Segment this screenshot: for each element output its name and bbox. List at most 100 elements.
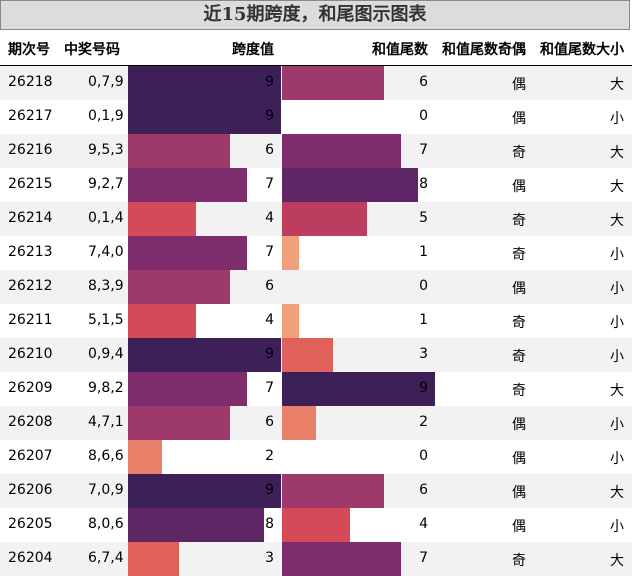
parity-cell: 奇: [512, 247, 526, 263]
size-cell: 大: [610, 383, 624, 399]
tail-bar: [282, 168, 418, 202]
size-cell: 大: [610, 179, 624, 195]
span-value: 6: [265, 278, 274, 294]
numbers-cell: 9,8,2: [88, 380, 124, 396]
tail-value: 2: [419, 414, 428, 430]
tail-bar: [282, 542, 401, 576]
tail-value: 0: [419, 278, 428, 294]
table-row: 26210 0,9,4 9 3 奇 小: [0, 338, 632, 372]
numbers-cell: 6,7,4: [88, 550, 124, 566]
size-cell: 大: [610, 145, 624, 161]
numbers-cell: 7,4,0: [88, 244, 124, 260]
table-row: 26214 0,1,4 4 5 奇 大: [0, 202, 632, 236]
numbers-cell: 0,7,9: [88, 74, 124, 90]
tail-value: 3: [419, 346, 428, 362]
tail-value: 6: [419, 74, 428, 90]
span-bar: [128, 508, 264, 542]
tail-value: 9: [419, 380, 428, 396]
parity-cell: 奇: [512, 553, 526, 569]
numbers-cell: 0,1,4: [88, 210, 124, 226]
table-row: 26208 4,7,1 6 2 偶 小: [0, 406, 632, 440]
size-cell: 大: [610, 553, 624, 569]
tail-bar: [282, 66, 384, 100]
header-issue: 期次号: [8, 42, 50, 58]
numbers-cell: 8,0,6: [88, 516, 124, 532]
tail-bar: [282, 236, 299, 270]
table-row: 26213 7,4,0 7 1 奇 小: [0, 236, 632, 270]
table-row: 26209 9,8,2 7 9 奇 大: [0, 372, 632, 406]
header-numbers: 中奖号码: [64, 42, 120, 58]
table-row: 26218 0,7,9 9 6 偶 大: [0, 66, 632, 100]
span-value: 9: [265, 346, 274, 362]
issue-cell: 26211: [8, 312, 53, 328]
issue-cell: 26218: [8, 74, 53, 90]
table-row: 26217 0,1,9 9 0 偶 小: [0, 100, 632, 134]
tail-value: 1: [419, 244, 428, 260]
tail-value: 1: [419, 312, 428, 328]
parity-cell: 偶: [512, 179, 526, 195]
issue-cell: 26216: [8, 142, 53, 158]
size-cell: 小: [610, 281, 624, 297]
span-value: 4: [265, 312, 274, 328]
issue-cell: 26213: [8, 244, 53, 260]
parity-cell: 偶: [512, 485, 526, 501]
span-value: 8: [265, 516, 274, 532]
parity-cell: 偶: [512, 417, 526, 433]
parity-cell: 偶: [512, 111, 526, 127]
parity-cell: 奇: [512, 349, 526, 365]
size-cell: 小: [610, 519, 624, 535]
tail-value: 0: [419, 108, 428, 124]
size-cell: 小: [610, 247, 624, 263]
chart-title: 近15期跨度，和尾图示图表: [0, 0, 630, 30]
span-value: 2: [265, 448, 274, 464]
header-parity: 和值尾数奇偶: [442, 42, 526, 58]
parity-cell: 奇: [512, 145, 526, 161]
issue-cell: 26215: [8, 176, 53, 192]
parity-cell: 偶: [512, 519, 526, 535]
span-value: 9: [265, 482, 274, 498]
span-bar: [128, 406, 230, 440]
table-header: 期次号 中奖号码 跨度值 和值尾数 和值尾数奇偶 和值尾数大小: [0, 30, 632, 66]
tail-bar: [282, 202, 367, 236]
chart-frame: 近15期跨度，和尾图示图表 期次号 中奖号码 跨度值 和值尾数 和值尾数奇偶 和…: [0, 0, 632, 576]
size-cell: 小: [610, 111, 624, 127]
table-body: 26218 0,7,9 9 6 偶大 26217 0,1,9 9 0 偶小 26216 9,5,3 6 7…: [0, 66, 632, 576]
size-cell: 大: [610, 485, 624, 501]
table-row: 26206 7,0,9 9 6 偶 大: [0, 474, 632, 508]
tail-bar: [282, 338, 333, 372]
span-bar: [128, 236, 247, 270]
issue-cell: 26210: [8, 346, 53, 362]
size-cell: 小: [610, 451, 624, 467]
numbers-cell: 9,5,3: [88, 142, 124, 158]
issue-cell: 26214: [8, 210, 53, 226]
numbers-cell: 5,1,5: [88, 312, 124, 328]
issue-cell: 26212: [8, 278, 53, 294]
span-bar: [128, 270, 230, 304]
tail-value: 4: [419, 516, 428, 532]
numbers-cell: 8,6,6: [88, 448, 124, 464]
size-cell: 大: [610, 213, 624, 229]
issue-cell: 26208: [8, 414, 53, 430]
table-row: 26212 8,3,9 6 0 偶 小: [0, 270, 632, 304]
span-bar: [128, 372, 247, 406]
span-value: 7: [265, 176, 274, 192]
numbers-cell: 0,1,9: [88, 108, 124, 124]
numbers-cell: 7,0,9: [88, 482, 124, 498]
table-row: 26215 9,2,7 7 8 偶 大: [0, 168, 632, 202]
span-bar: [128, 542, 179, 576]
tail-bar: [282, 134, 401, 168]
span-value: 4: [265, 210, 274, 226]
tail-bar: [282, 304, 299, 338]
table-row: 26207 8,6,6 2 0 偶 小: [0, 440, 632, 474]
size-cell: 小: [610, 349, 624, 365]
size-cell: 小: [610, 315, 624, 331]
span-value: 9: [265, 74, 274, 90]
table-row: 26205 8,0,6 8 4 偶 小: [0, 508, 632, 542]
tail-value: 5: [419, 210, 428, 226]
issue-cell: 26205: [8, 516, 53, 532]
tail-bar: [282, 508, 350, 542]
table-row: 26204 6,7,4 3 7 奇 大: [0, 542, 632, 576]
header-size: 和值尾数大小: [540, 42, 624, 58]
numbers-cell: 9,2,7: [88, 176, 124, 192]
table-row: 26211 5,1,5 4 1 奇 小: [0, 304, 632, 338]
